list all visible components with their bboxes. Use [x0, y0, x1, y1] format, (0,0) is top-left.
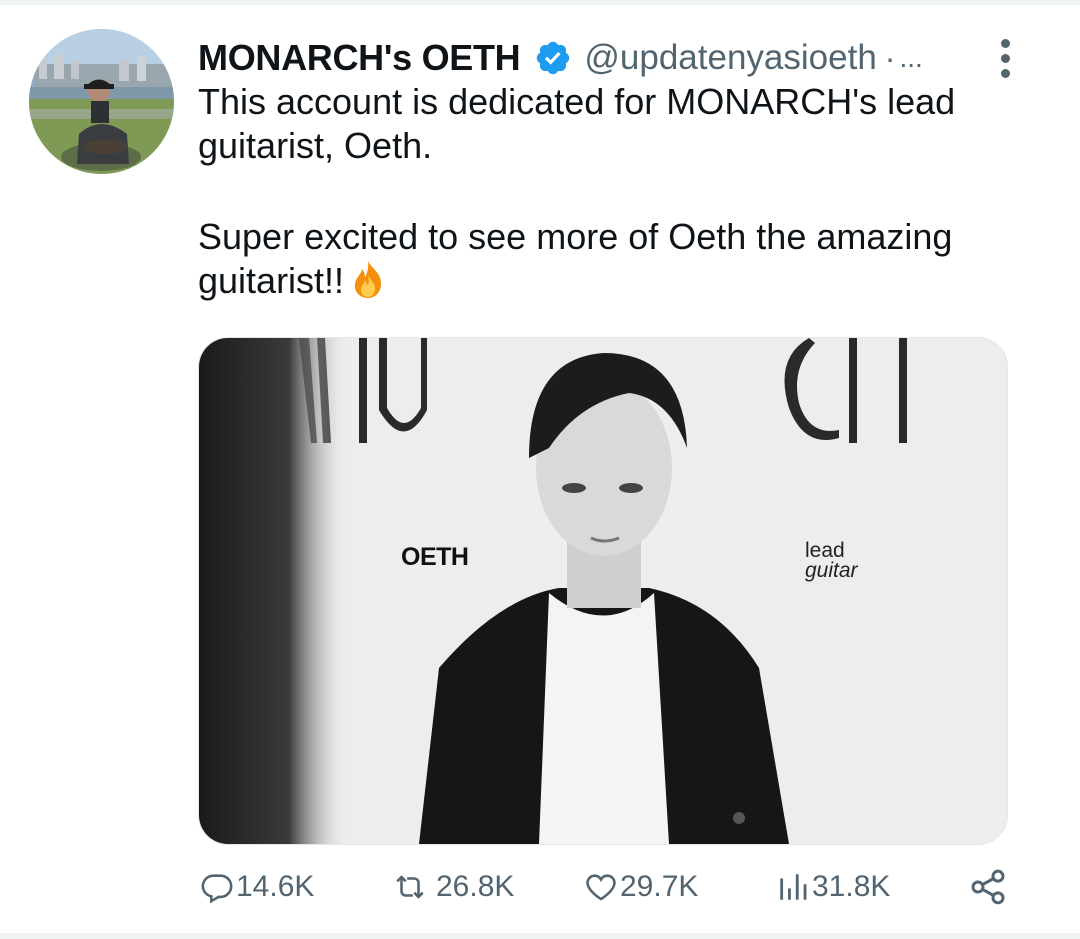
- poster-role-line-2: guitar: [805, 559, 858, 582]
- heart-icon: [584, 870, 618, 904]
- avatar-photo: [29, 29, 174, 174]
- reply-icon: [200, 870, 234, 904]
- tweet-text: This account is dedicated for MONARCH's …: [198, 80, 1048, 303]
- tweet-actions-bar: 14.6K 26.8K 29.7K 31.8K: [198, 862, 1018, 912]
- more-options-icon[interactable]: [990, 33, 1020, 83]
- views-chart-icon: [776, 870, 810, 904]
- poster-artwork: [199, 338, 1007, 844]
- truncated-timestamp: ...: [899, 42, 923, 73]
- verified-badge-icon: [534, 39, 572, 77]
- share-icon: [968, 867, 1008, 907]
- views-count: 31.8K: [812, 870, 891, 903]
- poster-role-label: lead guitar: [805, 540, 858, 582]
- reply-button[interactable]: 14.6K: [200, 862, 314, 912]
- tweet-paragraph-1: This account is dedicated for MONARCH's …: [198, 81, 956, 166]
- like-button[interactable]: 29.7K: [584, 862, 698, 912]
- retweet-count: 26.8K: [436, 870, 515, 903]
- like-count: 29.7K: [620, 870, 699, 903]
- top-divider: [0, 0, 1080, 5]
- share-button[interactable]: [968, 862, 1008, 912]
- separator-dot: ·: [884, 39, 896, 76]
- views-button[interactable]: 31.8K: [776, 862, 890, 912]
- tweet-media-image[interactable]: OETH lead guitar: [198, 337, 1008, 845]
- tweet-paragraph-2-text: Super excited to see more of Oeth the am…: [198, 216, 953, 301]
- reply-count: 14.6K: [236, 870, 315, 903]
- user-handle[interactable]: @updatenyasioeth: [584, 38, 876, 78]
- bottom-divider: [0, 933, 1080, 939]
- retweet-button[interactable]: 26.8K: [386, 862, 514, 912]
- tweet-header: MONARCH's OETH @updatenyasioeth · ...: [198, 33, 1060, 83]
- tweet-paragraph-2: Super excited to see more of Oeth the am…: [198, 215, 1048, 303]
- fire-emoji-icon: [348, 259, 388, 299]
- poster-name-label: OETH: [401, 543, 469, 571]
- retweet-icon: [386, 870, 434, 904]
- avatar[interactable]: [29, 29, 174, 174]
- display-name[interactable]: MONARCH's OETH: [198, 37, 521, 79]
